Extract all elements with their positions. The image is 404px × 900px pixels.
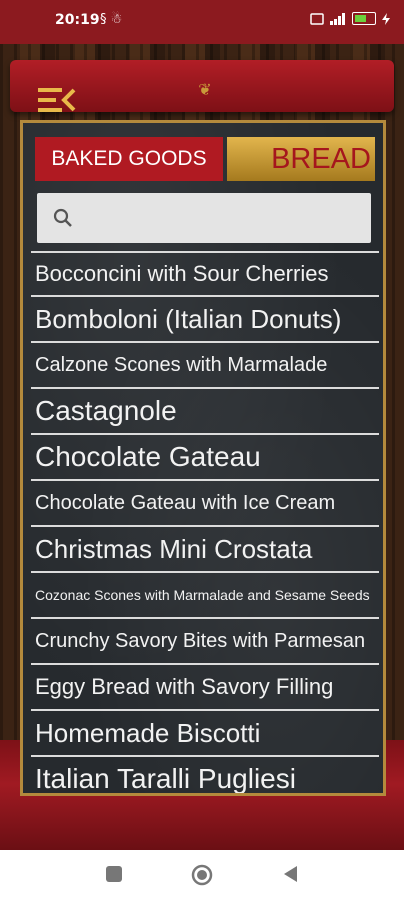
list-item[interactable]: Christmas Mini Crostata: [31, 527, 379, 573]
notification-icons: § ☃: [100, 12, 123, 27]
list-item[interactable]: Crunchy Savory Bites with Parmesan: [31, 619, 379, 665]
menu-button[interactable]: [36, 85, 76, 115]
status-bar: 20:19 § ☃: [0, 0, 404, 44]
ornament-icon: ❦: [198, 80, 212, 99]
list-item[interactable]: Calzone Scones with Marmalade: [31, 343, 379, 389]
signal-icon: [330, 12, 345, 25]
list-item[interactable]: Chocolate Gateau: [31, 435, 379, 481]
list-item[interactable]: Bomboloni (Italian Donuts): [31, 297, 379, 343]
recipe-list: Bocconcini with Sour Cherries Bomboloni …: [31, 251, 379, 793]
back-triangle-icon[interactable]: [282, 865, 300, 883]
home-circle-icon[interactable]: [191, 864, 213, 886]
status-time: 20:19: [55, 12, 100, 28]
list-item[interactable]: Eggy Bread with Savory Filling: [31, 665, 379, 711]
system-nav-bar: [0, 850, 404, 900]
list-item[interactable]: Castagnole: [31, 389, 379, 435]
search-icon: [53, 208, 72, 227]
list-item[interactable]: Homemade Biscotti: [31, 711, 379, 757]
tab-bread[interactable]: BREAD: [227, 137, 375, 181]
list-item[interactable]: Italian Taralli Pugliesi: [31, 757, 379, 793]
battery-icon: [352, 12, 376, 25]
tab-baked-goods[interactable]: BAKED GOODS: [35, 137, 223, 181]
menu-collapse-icon: [38, 88, 76, 112]
list-item[interactable]: Bocconcini with Sour Cherries: [31, 251, 379, 297]
charging-icon: [382, 12, 390, 25]
recents-square-icon[interactable]: [105, 865, 123, 883]
list-item[interactable]: Chocolate Gateau with Ice Cream: [31, 481, 379, 527]
recipe-board: BAKED GOODS BREAD Bocconcini with Sour C…: [20, 120, 386, 796]
system-icons: [310, 12, 390, 25]
search-input[interactable]: [37, 193, 371, 243]
list-item[interactable]: Cozonac Scones with Marmalade and Sesame…: [31, 573, 379, 619]
sim-icon: [310, 12, 324, 25]
